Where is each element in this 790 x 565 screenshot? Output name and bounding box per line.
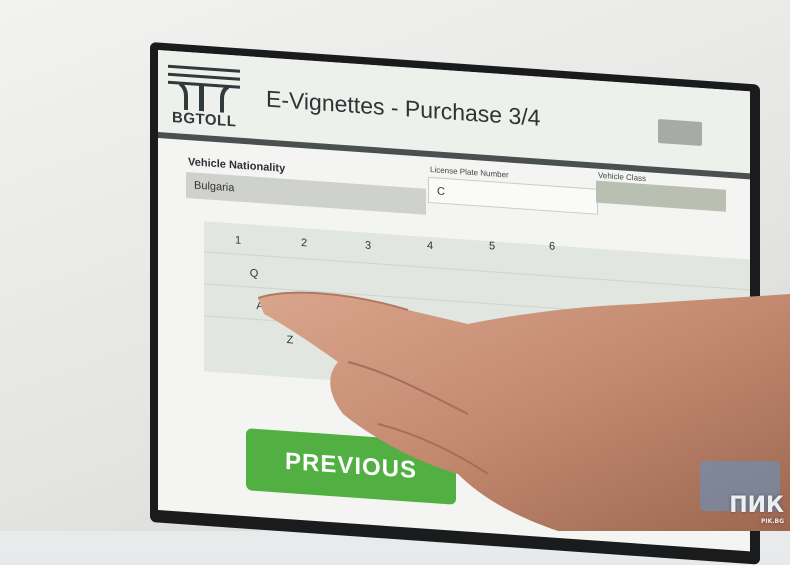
watermark-text: ПИК <box>729 493 784 518</box>
page-title: E-Vignettes - Purchase 3/4 <box>266 85 541 131</box>
watermark-sub: PIK.BG <box>760 518 784 525</box>
vehicle-nationality-select[interactable]: Bulgaria <box>186 171 426 215</box>
watermark-logo: ПИК PIK.BG <box>729 493 784 525</box>
header-action-button[interactable] <box>658 118 702 147</box>
key-2[interactable]: 2 <box>284 229 324 258</box>
key-5[interactable]: 5 <box>472 232 512 261</box>
key-1[interactable]: 1 <box>218 226 258 255</box>
key-3[interactable]: 3 <box>348 231 388 260</box>
key-6[interactable]: 6 <box>532 232 572 261</box>
key-4[interactable]: 4 <box>410 232 450 261</box>
vehicle-class-select[interactable] <box>596 180 726 212</box>
vehicle-nationality-label: Vehicle Nationality <box>188 156 286 175</box>
license-plate-input[interactable]: C <box>428 176 598 215</box>
